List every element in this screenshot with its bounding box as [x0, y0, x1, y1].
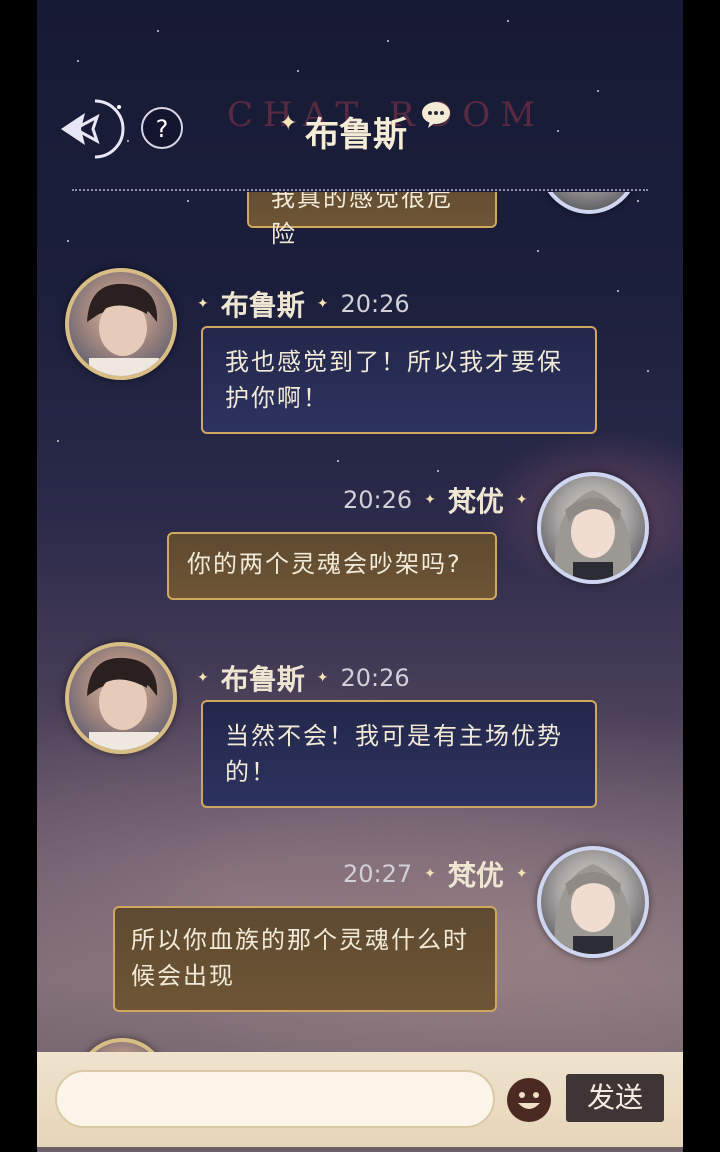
message-text: 所以你血族的那个灵魂什么时候会出现	[131, 926, 469, 990]
message-input[interactable]	[55, 1070, 495, 1128]
message-header: 20:26 ✦ 梵优 ✦	[343, 482, 528, 518]
message-text: 我真的感觉很危险	[271, 192, 453, 248]
back-arrow-icon	[61, 99, 125, 159]
star-dot-icon: ✦	[316, 670, 329, 686]
left-letterbox	[0, 0, 37, 1152]
star-dot-icon: ✦	[197, 670, 209, 686]
chat-bubble-icon	[422, 102, 450, 128]
sender-name: 梵优	[447, 485, 504, 518]
message-text: 当然不会！我可是有主场优势的！	[225, 722, 563, 786]
avatar-bruce[interactable]	[65, 642, 177, 754]
page-title: 布鲁斯	[305, 115, 407, 155]
smiley-icon	[507, 1078, 551, 1122]
partial-message-bubble: 我真的感觉很危险	[247, 192, 497, 248]
back-button[interactable]	[55, 99, 133, 159]
emoji-button[interactable]	[506, 1077, 552, 1123]
chat-header: ? CHAT ROOM ✦ 布鲁斯	[37, 95, 683, 195]
right-letterbox	[683, 0, 720, 1152]
avatar-bruce[interactable]	[65, 268, 177, 380]
star-dot-icon: ✦	[424, 492, 436, 508]
header-divider	[72, 189, 648, 191]
help-button[interactable]: ?	[141, 107, 183, 149]
message-header: ✦ 布鲁斯 ✦ 20:26	[197, 286, 410, 322]
sender-name: 梵优	[447, 859, 504, 892]
bruce-portrait-icon	[87, 283, 159, 376]
avatar-fanyou[interactable]	[537, 846, 649, 958]
message-text: 你的两个灵魂会吵架吗?	[187, 550, 462, 578]
send-button[interactable]: 发送	[566, 1074, 664, 1122]
sender-name: 布鲁斯	[220, 663, 305, 696]
input-bar: 发送	[37, 1052, 683, 1147]
avatar-fanyou[interactable]	[537, 472, 649, 584]
message-bubble: 我也感觉到了！所以我才要保护你啊！	[201, 326, 597, 434]
star-dot-icon: ✦	[424, 866, 436, 882]
avatar-partial	[537, 192, 641, 214]
message-time: 20:26	[340, 290, 410, 318]
message-header: 20:27 ✦ 梵优 ✦	[343, 856, 528, 892]
star-dot-icon: ✦	[197, 296, 209, 312]
avatar-partial	[77, 1038, 167, 1052]
bruce-portrait-icon	[87, 657, 159, 750]
message-bubble: 当然不会！我可是有主场优势的！	[201, 700, 597, 808]
message-time: 20:27	[343, 860, 413, 888]
message-text: 我也感觉到了！所以我才要保护你啊！	[225, 348, 563, 412]
message-time: 20:26	[340, 664, 410, 692]
message-time: 20:26	[343, 486, 413, 514]
star-dot-icon: ✦	[316, 296, 329, 312]
message-header: ✦ 布鲁斯 ✦ 20:26	[197, 660, 410, 696]
message-bubble: 你的两个灵魂会吵架吗?	[167, 532, 497, 600]
fanyou-portrait-icon	[554, 490, 632, 580]
sparkle-icon: ✦	[279, 111, 298, 136]
message-bubble: 所以你血族的那个灵魂什么时候会出现	[113, 906, 497, 1012]
chat-message-list[interactable]: 我真的感觉很危险 ✦ 布鲁斯 ✦ 20:26 我也感觉到了！所以我才要保护你啊！…	[37, 192, 683, 1052]
star-dot-icon: ✦	[515, 866, 528, 882]
star-dot-icon: ✦	[515, 492, 528, 508]
fanyou-portrait-icon	[554, 864, 632, 954]
sender-name: 布鲁斯	[220, 289, 305, 322]
